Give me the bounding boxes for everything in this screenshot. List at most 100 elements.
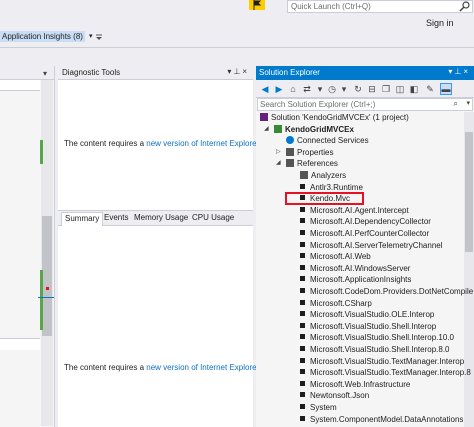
assembly-icon [300, 322, 305, 328]
references-icon [286, 159, 294, 168]
tree-item[interactable]: Newtonsoft.Json [300, 390, 369, 401]
tree-item[interactable]: Microsoft.VisualStudio.Shell.Interop.8.0 [300, 344, 449, 355]
tree-item-label: Microsoft.VisualStudio.Shell.Interop [310, 321, 437, 331]
tree-item[interactable]: System [300, 402, 337, 413]
close-icon[interactable]: × [242, 67, 249, 76]
chevron-down-icon[interactable]: ▾ [43, 69, 47, 78]
tree-item[interactable]: Connected Services [286, 135, 369, 146]
tree-item[interactable]: Microsoft.VisualStudio.Shell.Interop.10.… [300, 332, 454, 343]
assembly-icon [300, 404, 305, 409]
search-icon[interactable] [459, 1, 471, 12]
tree-item-label: Microsoft.AI.WindowsServer [310, 263, 411, 273]
toolbar-overflow-icon[interactable] [96, 34, 102, 42]
solution-explorer-titlebar: Solution Explorer ▾⊥× [256, 66, 474, 80]
sync-icon[interactable]: ⇄ [301, 83, 313, 95]
tree-item[interactable]: Microsoft.CodeDom.Providers.DotNetCompil… [300, 286, 473, 297]
tree-item[interactable]: Microsoft.VisualStudio.OLE.Interop [300, 309, 434, 320]
history-icon[interactable]: ◷ [326, 83, 338, 95]
tree-item[interactable]: Microsoft.AI.WindowsServer [300, 263, 410, 274]
tree-item[interactable]: Microsoft.AI.Agent.Intercept [300, 205, 409, 216]
tree-item[interactable]: Solution 'KendoGridMVCEx' (1 project) [260, 112, 409, 123]
view-code-icon[interactable]: ◧ [408, 83, 420, 95]
chevron-down-icon[interactable]: ▾ [314, 83, 326, 95]
panel-title: Diagnostic Tools [62, 68, 121, 77]
assembly-icon [300, 334, 305, 340]
solution-search-input[interactable]: Search Solution Explorer (Ctrl+;) ⌕ ▾ [257, 98, 473, 111]
wrench-icon [286, 147, 294, 156]
tree-item[interactable]: Kendo.Mvc [300, 193, 350, 204]
assembly-icon [300, 241, 305, 247]
tree-item-label: Antlr3.Runtime [310, 182, 363, 192]
scrollbar-thumb[interactable] [465, 132, 473, 252]
assembly-icon [300, 346, 305, 351]
ie-update-link[interactable]: new version of Internet Explorer [146, 139, 259, 148]
tree-item-label: Microsoft.CSharp [310, 298, 372, 308]
properties-wrench-icon[interactable]: ✎ [424, 83, 436, 95]
pin-icon[interactable]: ⊥ [454, 67, 463, 76]
active-document-sync-icon[interactable]: ▬ [440, 83, 452, 95]
assembly-icon [300, 218, 305, 224]
expanded-arrow-icon[interactable]: ◢ [276, 158, 281, 169]
tree-item[interactable]: Microsoft.VisualStudio.TextManager.Inter… [300, 367, 471, 378]
forward-icon[interactable]: ▶ [273, 83, 285, 95]
tree-item[interactable]: Microsoft.AI.PerfCounterCollector [300, 228, 429, 239]
tree-item[interactable]: Microsoft.AI.DependencyCollector [300, 216, 431, 227]
change-marker [40, 140, 43, 164]
tree-item-label: System.ComponentModel.DataAnnotations [310, 414, 464, 424]
solution-icon [260, 113, 268, 121]
tree-item[interactable]: ◢ References [276, 158, 338, 169]
home-icon[interactable]: ⌂ [287, 83, 299, 95]
tree-item[interactable]: Analyzers [300, 170, 346, 181]
collapse-all-icon[interactable]: ⊟ [366, 83, 378, 95]
back-icon[interactable]: ◀ [259, 83, 271, 95]
assembly-icon [300, 230, 305, 235]
tree-item[interactable]: Microsoft.AI.ServerTelemetryChannel [300, 240, 443, 251]
sign-in-link[interactable]: Sign in [426, 18, 454, 28]
application-insights-button[interactable]: Application Insights (8) [0, 31, 85, 42]
quick-launch-input[interactable]: Quick Launch (Ctrl+Q) [287, 0, 473, 13]
tree-item[interactable]: Microsoft.ApplicationInsights [300, 274, 411, 285]
tree-item[interactable]: Microsoft.Web.Infrastructure [300, 379, 410, 390]
tree-item[interactable]: Microsoft.VisualStudio.Shell.Interop [300, 321, 436, 332]
tree-item[interactable]: ◢ KendoGridMVCEx [264, 124, 354, 135]
feedback-flag-icon[interactable] [249, 0, 265, 10]
diagnostic-tools-titlebar: Diagnostic Tools ▾⊥× [58, 66, 253, 80]
tab-cpu-usage[interactable]: CPU Usage [189, 213, 237, 222]
tree-item[interactable]: Microsoft.AI.Web [300, 251, 371, 262]
search-placeholder: Search Solution Explorer (Ctrl+;) [260, 100, 376, 109]
tree-item-label: Connected Services [297, 136, 369, 146]
collapsed-arrow-icon[interactable]: ▷ [276, 147, 281, 158]
show-all-files-icon[interactable]: ❐ [380, 83, 392, 95]
search-icon[interactable]: ⌕ [454, 99, 458, 109]
chevron-down-icon[interactable]: ▾ [89, 32, 93, 40]
chevron-down-icon[interactable]: ▾ [466, 99, 470, 107]
pin-icon[interactable]: ⊥ [233, 67, 242, 76]
chevron-down-icon[interactable]: ▾ [338, 83, 350, 95]
panel-controls[interactable]: ▾⊥× [227, 67, 249, 76]
analyzer-icon [300, 171, 308, 179]
scrollbar-thumb[interactable] [42, 216, 52, 336]
tab-summary[interactable]: Summary [61, 212, 104, 226]
preview-icon[interactable]: ◫ [394, 83, 406, 95]
tree-item[interactable]: System.ComponentModel.DataAnnotations [300, 414, 463, 425]
tree-item[interactable]: Microsoft.VisualStudio.TextManager.Inter… [300, 356, 464, 367]
expanded-arrow-icon[interactable]: ◢ [264, 124, 269, 135]
tree-item-label: Microsoft.ApplicationInsights [310, 275, 412, 285]
close-icon[interactable]: × [463, 67, 470, 76]
panel-title: Solution Explorer [259, 68, 320, 77]
ie-update-link[interactable]: new version of Internet Explorer [146, 363, 259, 372]
tree-item[interactable]: Microsoft.CSharp [300, 298, 372, 309]
tab-memory-usage[interactable]: Memory Usage [131, 213, 191, 222]
tree-item-label: Microsoft.AI.PerfCounterCollector [310, 229, 430, 238]
tree-item-label: Microsoft.AI.Agent.Intercept [310, 205, 409, 215]
editor-nav-bar[interactable] [0, 80, 40, 91]
panel-controls[interactable]: ▾⊥× [448, 67, 470, 76]
refresh-icon[interactable]: ↻ [352, 83, 364, 95]
tree-item-label: Microsoft.AI.DependencyCollector [310, 217, 431, 227]
tab-events[interactable]: Events [101, 213, 131, 222]
tree-item[interactable]: Antlr3.Runtime [300, 182, 363, 193]
assembly-icon [300, 392, 305, 398]
assembly-icon [300, 299, 305, 305]
tree-item[interactable]: ▷ Properties [276, 147, 333, 158]
tree-item-label: Microsoft.VisualStudio.Shell.Interop.10.… [310, 333, 454, 343]
